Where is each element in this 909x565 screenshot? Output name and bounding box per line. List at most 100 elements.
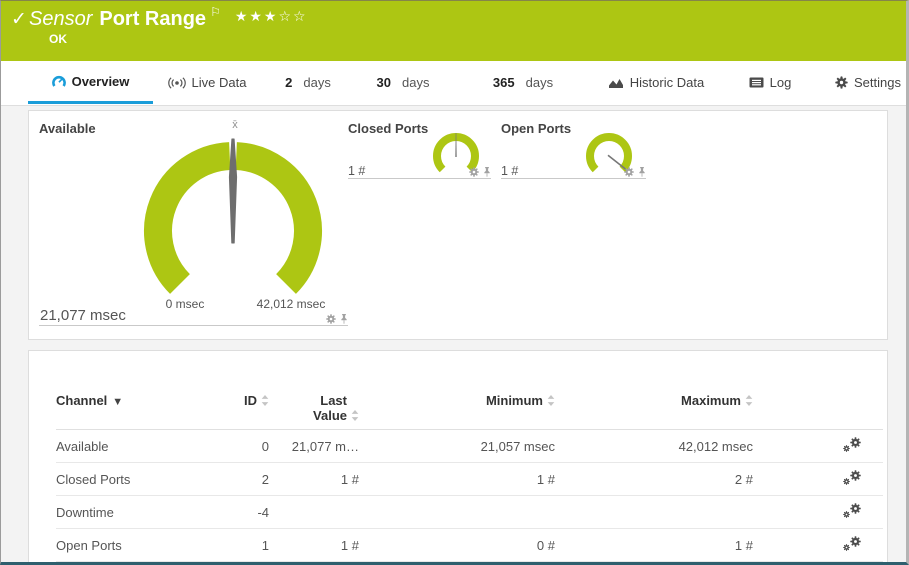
prtg-sensor-window: ✓ Sensor Port Range ⚐ ★★★☆☆ OK Overview Liv… <box>0 0 909 565</box>
channel-last-value <box>269 495 359 529</box>
stars-empty[interactable]: ☆☆ <box>278 8 307 24</box>
channel-table-header-row: Channel ▼ ID Last Value Minimum Maximum <box>56 391 883 430</box>
channel-name[interactable]: Closed Ports <box>56 462 241 496</box>
tab-settings[interactable]: Settings <box>828 61 906 104</box>
tab-number: 365 <box>492 75 515 90</box>
gauge-min-label: 0 msec <box>165 297 205 311</box>
overview-content: Available x̄ 0 msec 42,012 msec 21,077 m… <box>1 106 906 562</box>
channel-minimum: 1 # <box>359 462 555 496</box>
gauge-available-label: Available <box>39 121 96 136</box>
tab-log[interactable]: Log <box>740 61 800 104</box>
channel-settings-gear-icon[interactable] <box>624 167 634 177</box>
channel-id: -4 <box>241 495 269 529</box>
gauge-closed-ports-actions <box>453 167 491 177</box>
gear-icon <box>835 76 848 89</box>
channel-minimum <box>359 495 555 529</box>
priority-stars[interactable]: ★★★☆☆ <box>235 8 308 24</box>
column-header-id[interactable]: ID <box>241 391 269 430</box>
tab-2-days[interactable]: 2 days <box>275 61 341 104</box>
gauge-available-actions <box>309 314 348 324</box>
tab-overview[interactable]: Overview <box>28 61 153 104</box>
priority-flag-icon[interactable]: ⚐ <box>210 5 221 19</box>
column-header-minimum[interactable]: Minimum <box>359 391 555 430</box>
gauge-available-value: 21,077 msec <box>40 307 126 324</box>
available-gauge <box>144 138 322 294</box>
channel-settings-gears-icon[interactable] <box>843 470 861 485</box>
channel-settings-gears-icon[interactable] <box>843 437 861 452</box>
column-header-maximum[interactable]: Maximum <box>555 391 753 430</box>
sort-icon <box>261 395 269 406</box>
channel-id: 0 <box>241 429 269 463</box>
channel-name[interactable]: Open Ports <box>56 528 241 562</box>
gauge-closed-ports-label: Closed Ports <box>348 121 429 136</box>
gauge-open-ports-actions <box>608 167 646 177</box>
channel-id: 1 <box>241 528 269 562</box>
gauge-closed-ports-value: 1 # <box>348 164 366 178</box>
gauge-divider <box>39 325 348 326</box>
area-chart-icon <box>608 78 623 88</box>
tab-label: Overview <box>71 73 130 89</box>
tab-historic-data[interactable]: Historic Data <box>587 61 725 104</box>
channel-row-closed-ports[interactable]: Closed Ports 2 1 # 1 # 2 # <box>56 462 883 496</box>
tab-live-data[interactable]: Live Data <box>151 61 263 104</box>
gauge-needle <box>228 138 238 244</box>
gauge-icon <box>51 75 66 87</box>
pin-icon[interactable] <box>340 314 348 324</box>
status-badge: OK <box>49 32 67 46</box>
channel-settings-gears-icon[interactable] <box>843 536 861 551</box>
tab-label: Settings <box>854 75 901 90</box>
channel-minimum: 21,057 msec <box>359 429 555 463</box>
stars-filled[interactable]: ★★★ <box>235 8 279 24</box>
tab-30-days[interactable]: 30 days <box>365 61 441 104</box>
page-title: Port Range <box>99 8 207 30</box>
channel-maximum <box>555 495 753 529</box>
channel-maximum: 1 # <box>555 528 753 562</box>
channel-last-value: 1 # <box>269 528 359 562</box>
gauge-mean-marker: x̄ <box>232 119 238 131</box>
tab-bar: Overview Live Data 2 days 30 days 365 days … <box>1 61 906 106</box>
gauges-panel: Available x̄ 0 msec 42,012 msec 21,077 m… <box>28 110 888 340</box>
channel-name[interactable]: Downtime <box>56 495 241 529</box>
channel-row-downtime[interactable]: Downtime -4 <box>56 495 883 529</box>
channels-panel: Channel ▼ ID Last Value Minimum Maximum A… <box>28 350 888 562</box>
sensor-title-line: Sensor Port Range ⚐ ★★★☆☆ <box>29 5 308 31</box>
log-icon <box>749 77 764 88</box>
tab-number: 2 <box>285 75 293 90</box>
tab-label: Log <box>769 75 792 90</box>
gauge-divider <box>501 178 646 179</box>
pin-icon[interactable] <box>483 167 491 177</box>
channel-maximum: 2 # <box>555 462 753 496</box>
channel-name[interactable]: Available <box>56 429 241 463</box>
column-header-last-value[interactable]: Last Value <box>269 391 359 430</box>
channel-settings-gear-icon[interactable] <box>326 314 336 324</box>
channel-minimum: 0 # <box>359 528 555 562</box>
column-header-settings <box>753 391 883 430</box>
sensor-status-header: ✓ Sensor Port Range ⚐ ★★★☆☆ OK <box>1 1 906 61</box>
tab-label: Live Data <box>191 75 247 90</box>
tab-label: days <box>303 75 331 90</box>
pin-icon[interactable] <box>638 167 646 177</box>
channel-last-value: 21,077 m… <box>269 429 359 463</box>
channel-row-open-ports[interactable]: Open Ports 1 1 # 0 # 1 # <box>56 528 883 562</box>
channel-settings-gear-icon[interactable] <box>469 167 479 177</box>
tab-label: days <box>402 75 430 90</box>
channel-settings-gears-icon[interactable] <box>843 503 861 518</box>
tab-label: Historic Data <box>629 75 705 90</box>
sort-icon <box>547 395 555 406</box>
sort-icon <box>351 410 359 421</box>
tab-number: 30 <box>376 75 391 90</box>
channel-maximum: 42,012 msec <box>555 429 753 463</box>
channel-last-value: 1 # <box>269 462 359 496</box>
gauge-open-ports-label: Open Ports <box>501 121 572 136</box>
broadcast-icon <box>167 76 186 89</box>
gauge-divider <box>348 178 491 179</box>
sort-descending-icon: ▼ <box>112 396 124 408</box>
channel-row-available[interactable]: Available 0 21,077 m… 21,057 msec 42,012… <box>56 429 883 463</box>
sort-icon <box>745 395 753 406</box>
channel-id: 2 <box>241 462 269 496</box>
tab-365-days[interactable]: 365 days <box>481 61 565 104</box>
gauge-open-ports-value: 1 # <box>501 164 519 178</box>
object-kind-label: Sensor <box>29 8 93 30</box>
column-header-channel[interactable]: Channel ▼ <box>56 391 241 430</box>
gauge-max-label: 42,012 msec <box>256 297 326 311</box>
